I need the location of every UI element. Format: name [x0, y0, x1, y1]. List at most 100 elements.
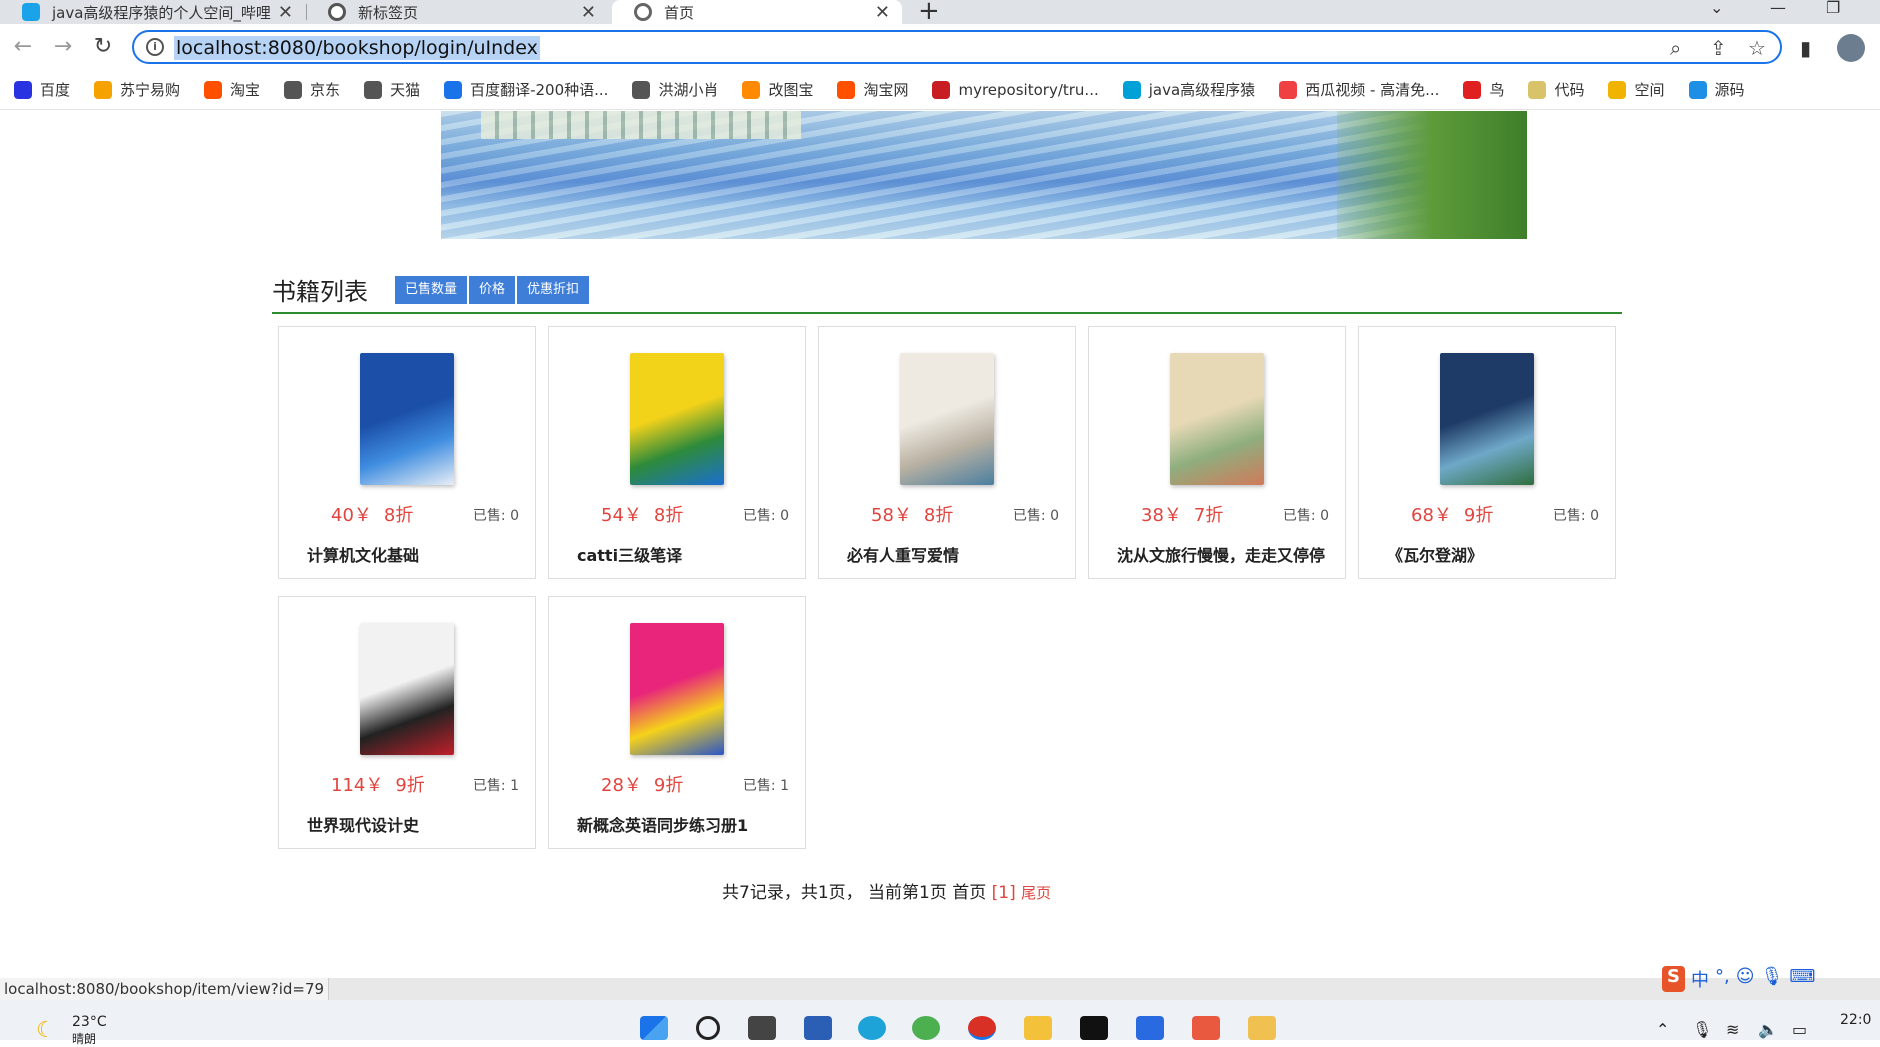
bookmark-item[interactable]: 源码 — [1688, 79, 1745, 100]
windows-start-icon[interactable] — [640, 1016, 668, 1040]
bookmark-label: 空间 — [1634, 81, 1665, 99]
book-card[interactable]: 114￥ 9折 已售: 1 世界现代设计史 — [278, 596, 536, 849]
book-title[interactable]: 沈从文旅行慢慢，走走又停停 — [1117, 542, 1325, 566]
shield-icon[interactable] — [1136, 1016, 1164, 1040]
bookmark-item[interactable]: 百度 — [14, 79, 70, 100]
sort-by-sold-button[interactable]: 已售数量 — [395, 276, 468, 304]
app-icon[interactable] — [1192, 1016, 1220, 1040]
wifi-icon[interactable]: ≋ — [1726, 1020, 1739, 1039]
bookmark-item[interactable]: 改图宝 — [742, 79, 813, 100]
keyboard-icon[interactable]: ⌨ — [1789, 966, 1815, 992]
ime-mode[interactable]: 中 — [1691, 966, 1709, 992]
bookmark-star-icon[interactable]: ☆ — [1748, 36, 1766, 60]
new-tab-icon[interactable]: + — [918, 0, 940, 26]
bookmark-item[interactable]: 代码 — [1528, 79, 1584, 100]
side-panel-icon[interactable]: ▮ — [1800, 36, 1811, 60]
bookmark-item[interactable]: 淘宝 — [204, 79, 260, 100]
task-view-icon[interactable] — [748, 1016, 776, 1040]
chevron-up-icon[interactable]: ⌃ — [1656, 1020, 1669, 1039]
search-icon[interactable] — [696, 1016, 720, 1040]
pager-last-page[interactable]: 尾页 — [1021, 884, 1051, 902]
book-cover-image[interactable] — [1170, 353, 1264, 485]
bookmark-item[interactable]: 天猫 — [364, 79, 420, 100]
bookmark-item[interactable]: 京东 — [284, 79, 340, 100]
tab-home[interactable]: 首页 ✕ — [612, 0, 902, 24]
bookmark-item[interactable]: 西瓜视频 - 高清免... — [1279, 79, 1439, 100]
tab-new[interactable]: 新标签页 ✕ — [308, 0, 608, 24]
book-cover-image[interactable] — [630, 623, 724, 755]
chevron-down-icon[interactable]: ⌄ — [1710, 0, 1723, 17]
book-card[interactable]: 28￥ 9折 已售: 1 新概念英语同步练习册1 — [548, 596, 806, 849]
book-price: 28￥ 9折 — [601, 771, 683, 797]
sort-by-price-button[interactable]: 价格 — [469, 276, 516, 304]
sogou-ime-icon[interactable]: S — [1662, 966, 1685, 992]
intellij-icon[interactable] — [1080, 1016, 1108, 1040]
app-icon[interactable] — [1248, 1016, 1276, 1040]
price-value: 58￥ — [871, 505, 912, 526]
book-card[interactable]: 40￥ 8折 已售: 0 计算机文化基础 — [278, 326, 536, 579]
tab-strip: java高级程序猿的个人空间_哔哩 ✕ 新标签页 ✕ 首页 ✕ + ⌄ — ❐ — [0, 0, 1880, 26]
site-info-icon[interactable]: i — [146, 38, 164, 56]
book-cover-image[interactable] — [630, 353, 724, 485]
battery-icon[interactable]: ▭ — [1792, 1020, 1807, 1039]
book-card[interactable]: 58￥ 8折 已售: 0 必有人重写爱情 — [818, 326, 1076, 579]
bookmark-item[interactable]: 鸟 — [1463, 79, 1504, 100]
book-sold-count: 已售: 0 — [1012, 508, 1059, 524]
edge-icon[interactable] — [858, 1016, 886, 1040]
book-cover-image[interactable] — [900, 353, 994, 485]
close-icon[interactable]: ✕ — [581, 2, 596, 23]
microphone-icon[interactable]: 🎙 — [1760, 966, 1783, 992]
restore-icon[interactable]: ❐ — [1826, 0, 1840, 17]
app-icon[interactable] — [804, 1016, 832, 1040]
volume-icon[interactable]: 🔈 — [1758, 1020, 1778, 1039]
browser-icon[interactable] — [912, 1016, 940, 1040]
discount-value: 8折 — [383, 505, 414, 526]
book-card[interactable]: 68￥ 9折 已售: 0 《瓦尔登湖》 — [1358, 326, 1616, 579]
book-title[interactable]: 必有人重写爱情 — [847, 542, 959, 566]
book-title[interactable]: catti三级笔译 — [577, 542, 682, 566]
price-value: 114￥ — [331, 775, 384, 796]
tab-bilibili[interactable]: java高级程序猿的个人空间_哔哩 ✕ — [0, 0, 305, 24]
clock[interactable]: 22:0 — [1840, 1012, 1871, 1028]
book-title[interactable]: 计算机文化基础 — [307, 542, 419, 566]
book-title[interactable]: 世界现代设计史 — [307, 812, 419, 836]
forward-icon[interactable]: → — [48, 32, 78, 62]
close-icon[interactable]: ✕ — [875, 2, 890, 23]
bookmark-item[interactable]: 淘宝网 — [837, 79, 908, 100]
zoom-icon[interactable]: ⌕ — [1670, 36, 1681, 60]
bookmark-item[interactable]: myrepository/tru... — [932, 80, 1099, 99]
punctuation-icon[interactable]: °, — [1715, 966, 1730, 992]
book-card[interactable]: 54￥ 8折 已售: 0 catti三级笔译 — [548, 326, 806, 579]
book-card[interactable]: 38￥ 7折 已售: 0 沈从文旅行慢慢，走走又停停 — [1088, 326, 1346, 579]
chrome-icon[interactable] — [968, 1016, 996, 1040]
weather-widget[interactable]: 23°C 晴朗 — [72, 1014, 107, 1047]
bookmark-item[interactable]: java高级程序猿 — [1122, 79, 1255, 100]
bookmarks-bar: 百度 苏宁易购 淘宝 京东 天猫 百度翻译-200种语... 洪湖小肖 改图宝 淘宝网 myrep… — [0, 70, 1880, 110]
profile-avatar[interactable] — [1837, 34, 1865, 62]
minimize-icon[interactable]: — — [1770, 0, 1786, 17]
sort-by-discount-button[interactable]: 优惠折扣 — [517, 276, 590, 304]
gitee-icon — [932, 80, 951, 99]
book-sold-count: 已售: 0 — [1282, 508, 1329, 524]
book-title[interactable]: 新概念英语同步练习册1 — [577, 812, 748, 836]
microphone-icon[interactable]: 🎙 — [1692, 1020, 1712, 1039]
close-icon[interactable]: ✕ — [278, 2, 293, 23]
emoji-icon[interactable]: ☺ — [1736, 966, 1755, 992]
bookmark-item[interactable]: 百度翻译-200种语... — [444, 79, 608, 100]
pager-current-page[interactable]: [1] — [992, 883, 1016, 903]
book-cover-image[interactable] — [1440, 353, 1534, 485]
bookmark-item[interactable]: 洪湖小肖 — [632, 79, 718, 100]
reload-icon[interactable]: ↻ — [88, 32, 118, 62]
back-icon[interactable]: ← — [8, 32, 38, 62]
bookmark-item[interactable]: 空间 — [1608, 79, 1665, 100]
bookmark-item[interactable]: 苏宁易购 — [94, 79, 180, 100]
book-title[interactable]: 《瓦尔登湖》 — [1387, 542, 1483, 566]
ime-toolbar: S 中 °, ☺ 🎙 ⌨ — [1662, 966, 1815, 992]
image-icon — [742, 80, 761, 99]
url-text[interactable]: localhost:8080/bookshop/login/uIndex — [174, 36, 540, 60]
book-cover-image[interactable] — [360, 353, 454, 485]
address-bar[interactable]: i localhost:8080/bookshop/login/uIndex ⌕… — [132, 30, 1782, 64]
folder-icon[interactable] — [1024, 1016, 1052, 1040]
share-icon[interactable]: ⇪ — [1710, 36, 1727, 60]
book-cover-image[interactable] — [360, 623, 454, 755]
